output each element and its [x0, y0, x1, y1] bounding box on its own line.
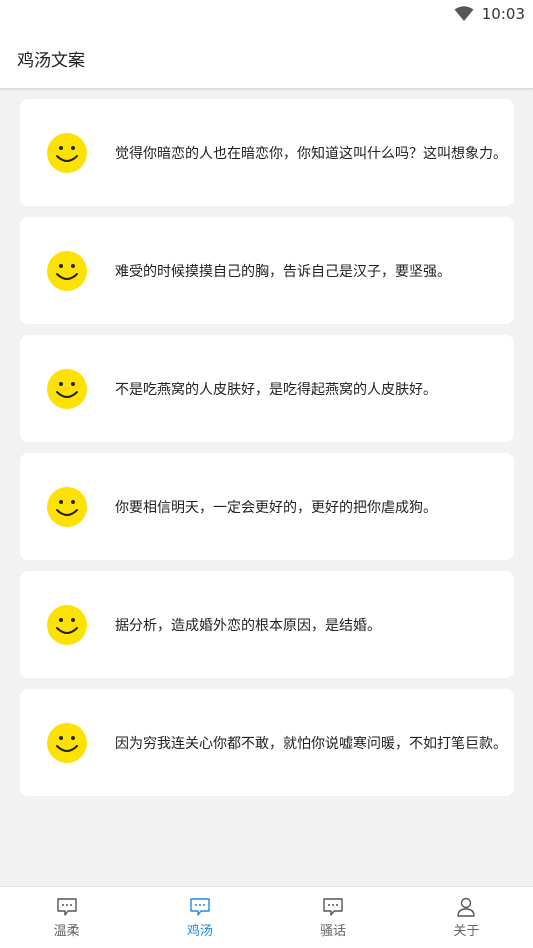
tab-guanyu[interactable]: 关于	[400, 887, 533, 948]
tab-label: 鸡汤	[186, 924, 213, 939]
quote-card[interactable]: 不是吃燕窝的人皮肤好，是吃得起燕窝的人皮肤好。	[20, 335, 514, 442]
quote-card[interactable]: 据分析，造成婚外恋的根本原因，是结婚。	[20, 571, 514, 678]
tab-label: 关于	[453, 924, 480, 939]
quote-text: 难受的时候摸摸自己的胸，告诉自己是汉子，要坚强。	[115, 263, 451, 280]
chat-bubble-icon	[190, 898, 210, 916]
quote-card[interactable]: 你要相信明天，一定会更好的，更好的把你虐成狗。	[20, 453, 514, 560]
quote-text: 觉得你暗恋的人也在暗恋你，你知道这叫什么吗？这叫想象力。	[115, 145, 507, 162]
tab-jitang[interactable]: 鸡汤	[133, 887, 266, 948]
page-title: 鸡汤文案	[17, 50, 85, 71]
smiley-icon	[47, 604, 87, 645]
status-time: 10:03	[481, 5, 525, 23]
app-bar: 鸡汤文案	[0, 28, 533, 89]
smiley-icon	[47, 250, 87, 291]
tab-wenrou[interactable]: 温柔	[0, 887, 133, 948]
tab-label: 骚话	[320, 924, 347, 939]
tab-saohua[interactable]: 骚话	[267, 887, 400, 948]
wifi-icon	[454, 6, 474, 21]
quote-list: 觉得你暗恋的人也在暗恋你，你知道这叫什么吗？这叫想象力。 难受的时候摸摸自己的胸…	[20, 99, 514, 807]
smiley-icon	[47, 132, 87, 173]
tab-label: 温柔	[53, 924, 80, 939]
status-bar: 10:03	[0, 0, 533, 28]
quote-card[interactable]: 难受的时候摸摸自己的胸，告诉自己是汉子，要坚强。	[20, 217, 514, 324]
smiley-icon	[47, 486, 87, 527]
quote-card[interactable]: 因为穷我连关心你都不敢，就怕你说嘘寒问暖，不如打笔巨款。	[20, 689, 514, 796]
quote-text: 因为穷我连关心你都不敢，就怕你说嘘寒问暖，不如打笔巨款。	[115, 735, 507, 752]
chat-bubble-icon	[56, 898, 77, 916]
person-icon	[457, 897, 476, 917]
smiley-icon	[47, 368, 87, 409]
quote-text: 不是吃燕窝的人皮肤好，是吃得起燕窝的人皮肤好。	[115, 381, 437, 398]
quote-text: 据分析，造成婚外恋的根本原因，是结婚。	[115, 617, 381, 634]
chat-bubble-icon	[323, 898, 343, 916]
bottom-tab-bar: 温柔 鸡汤 骚话 关于	[0, 886, 533, 948]
quote-card[interactable]: 觉得你暗恋的人也在暗恋你，你知道这叫什么吗？这叫想象力。	[20, 99, 514, 206]
quote-text: 你要相信明天，一定会更好的，更好的把你虐成狗。	[115, 499, 437, 516]
smiley-icon	[47, 722, 87, 763]
